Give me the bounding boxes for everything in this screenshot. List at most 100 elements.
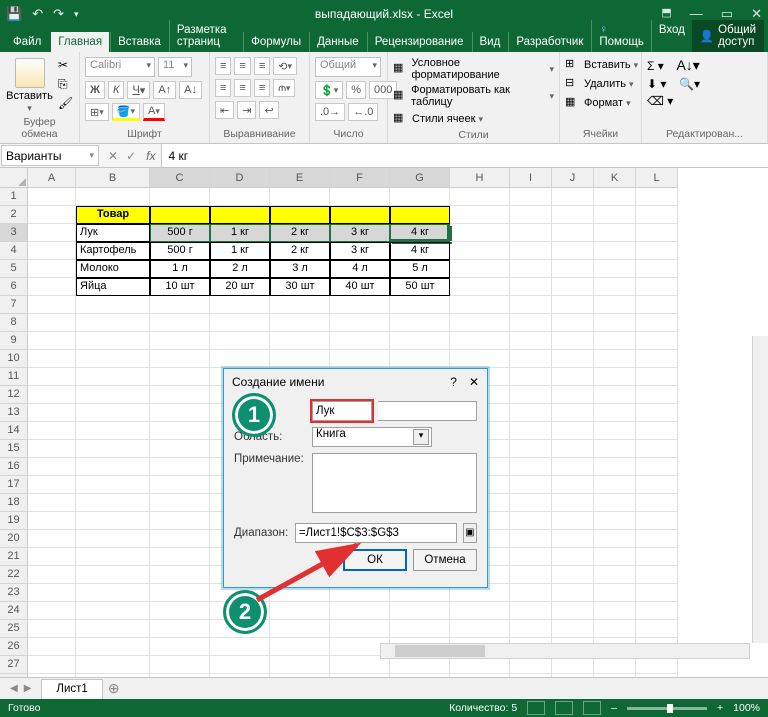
cell[interactable] [150,386,210,404]
cell[interactable] [28,566,76,584]
cell[interactable] [150,332,210,350]
cell[interactable] [510,422,552,440]
format-table-button[interactable]: ▦Форматировать как таблицу [393,84,554,108]
cell[interactable] [76,188,150,206]
cell[interactable]: 4 л [330,260,390,278]
cell[interactable] [510,296,552,314]
minimize-icon[interactable]: — [690,6,703,22]
cell[interactable] [510,224,552,242]
row-header[interactable]: 26 [0,638,28,656]
cell[interactable] [28,332,76,350]
redo-icon[interactable]: ↷ [53,6,64,22]
row-header[interactable]: 3 [0,224,28,242]
name-box[interactable]: Варианты▾ [1,145,99,166]
cell[interactable] [594,620,636,638]
cell[interactable] [390,350,450,368]
cell[interactable] [270,332,330,350]
tab-nav-next-icon[interactable]: ▶ [24,683,32,694]
row-header[interactable]: 10 [0,350,28,368]
cell[interactable] [150,404,210,422]
align-right-button[interactable]: ≡ [254,79,270,97]
decrease-font-button[interactable]: A↓ [179,81,202,99]
row-header[interactable]: 9 [0,332,28,350]
cell[interactable] [594,224,636,242]
cell[interactable] [636,242,678,260]
cell[interactable] [28,512,76,530]
cell[interactable] [28,530,76,548]
align-center-button[interactable]: ≡ [234,79,250,97]
copy-icon[interactable]: ⎘ [58,77,74,93]
fill-color-button[interactable]: 🪣 [112,103,140,121]
percent-button[interactable]: % [346,81,366,99]
cell[interactable] [552,188,594,206]
cell[interactable] [636,548,678,566]
cell[interactable] [390,602,450,620]
underline-button[interactable]: Ч ▾ [127,81,150,99]
cell[interactable] [450,242,510,260]
cell[interactable]: 4 кг [390,242,450,260]
cell[interactable] [636,566,678,584]
fx-icon[interactable]: fx [144,144,161,167]
cell[interactable] [330,296,390,314]
cell[interactable] [270,314,330,332]
cell[interactable] [594,296,636,314]
align-top-button[interactable]: ≡ [215,57,231,75]
cell[interactable] [552,242,594,260]
cell[interactable]: 500 г [150,242,210,260]
cell[interactable] [150,512,210,530]
cell[interactable] [76,620,150,638]
row-header[interactable]: 7 [0,296,28,314]
cell[interactable]: Яйца [76,278,150,296]
cell[interactable] [270,350,330,368]
cell[interactable] [76,350,150,368]
cell[interactable] [76,476,150,494]
cell[interactable] [552,368,594,386]
cell[interactable] [28,440,76,458]
cell[interactable] [594,404,636,422]
cell[interactable] [330,350,390,368]
cell[interactable] [636,368,678,386]
bold-button[interactable]: Ж [85,81,105,99]
dec-indent-button[interactable]: ⇤ [215,101,234,119]
delete-cells-button[interactable]: ⊟Удалить [565,76,634,92]
cell[interactable] [76,386,150,404]
row-header[interactable]: 22 [0,566,28,584]
cell[interactable] [330,602,390,620]
cell[interactable] [552,566,594,584]
cell[interactable] [390,620,450,638]
cell[interactable] [330,188,390,206]
cell[interactable] [636,296,678,314]
row-header[interactable]: 2 [0,206,28,224]
col-header[interactable]: F [330,168,390,188]
cell[interactable] [552,206,594,224]
cell[interactable] [510,494,552,512]
cell[interactable] [552,260,594,278]
cell[interactable] [150,584,210,602]
dialog-close-icon[interactable]: ✕ [469,375,479,389]
cell[interactable] [636,260,678,278]
cell[interactable] [594,278,636,296]
cond-format-button[interactable]: ▦Условное форматирование [393,57,554,81]
cell[interactable] [552,530,594,548]
cell[interactable] [510,404,552,422]
row-header[interactable]: 1 [0,188,28,206]
cell[interactable] [636,278,678,296]
select-all-corner[interactable] [0,168,28,188]
cell[interactable] [594,332,636,350]
cell[interactable] [28,584,76,602]
cell[interactable] [28,620,76,638]
cell[interactable] [28,548,76,566]
horizontal-scrollbar[interactable] [380,643,750,659]
zoom-slider[interactable] [627,707,707,710]
cell[interactable] [450,224,510,242]
vertical-scrollbar[interactable] [752,336,768,643]
range-input[interactable] [295,523,457,543]
cell[interactable]: 20 шт [210,278,270,296]
fill-icon[interactable]: ⬇ ▾ [647,77,666,91]
merge-button[interactable]: ⫙ [273,79,295,97]
autosum-icon[interactable]: Σ ▾ [647,59,664,73]
row-header[interactable]: 18 [0,494,28,512]
cell[interactable] [150,530,210,548]
cell[interactable]: 50 шт [390,278,450,296]
zoom-out-icon[interactable]: – [611,702,617,714]
